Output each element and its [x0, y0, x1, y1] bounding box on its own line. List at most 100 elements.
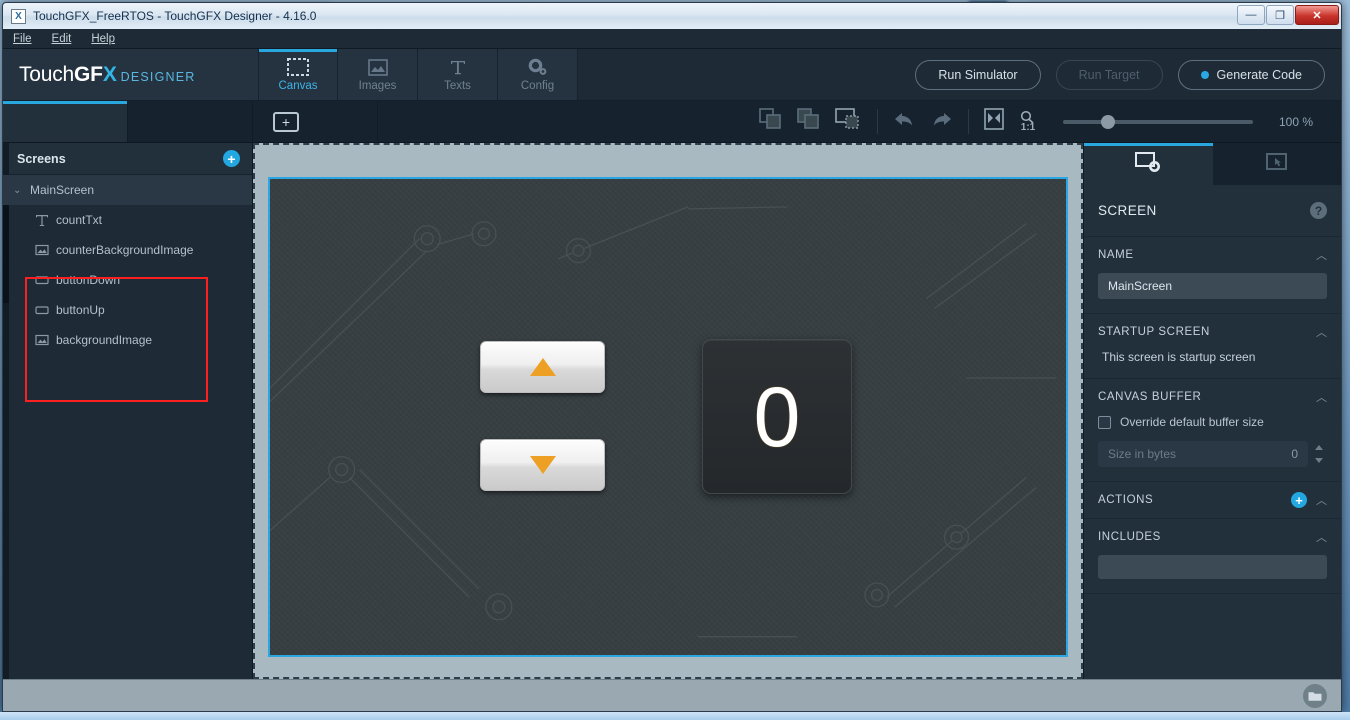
touchgfx-designer-window: X TouchGFX_FreeRTOS - TouchGFX Designer …	[2, 2, 1342, 712]
tree-item-mainscreen[interactable]: ⌄ MainScreen	[3, 175, 252, 205]
folder-icon[interactable]	[1303, 683, 1327, 708]
minimize-button[interactable]: —	[1237, 5, 1265, 25]
tab-images-label: Images	[358, 80, 397, 92]
tree-item-label: countTxt	[56, 213, 103, 227]
config-icon	[528, 57, 548, 77]
chevron-up-icon[interactable]: ︿	[1316, 324, 1327, 340]
screen-name-input[interactable]: MainScreen	[1098, 273, 1327, 299]
app-icon: X	[11, 8, 26, 24]
window-controls: — ❐ ✕	[1237, 5, 1339, 25]
section-name: NAME ︿ MainScreen	[1084, 237, 1341, 314]
help-icon[interactable]: ?	[1310, 202, 1327, 219]
redo-icon[interactable]	[930, 109, 954, 134]
section-actions-header: ACTIONS	[1098, 494, 1154, 506]
section-startup-screen: STARTUP SCREEN ︿ This screen is startup …	[1084, 314, 1341, 379]
bring-to-front-icon[interactable]	[759, 108, 783, 135]
menu-item-edit[interactable]: Edit	[52, 33, 72, 45]
add-action-button[interactable]: +	[1291, 492, 1307, 508]
buffer-size-input[interactable]: Size in bytes 0	[1098, 441, 1308, 467]
tab-screen-properties[interactable]	[1084, 143, 1213, 185]
override-buffer-checkbox[interactable]	[1098, 415, 1111, 429]
chevron-up-icon[interactable]: ︿	[1316, 389, 1327, 405]
touchgfx-logo: TouchGFX DESIGNER	[3, 49, 258, 100]
chevron-up-icon[interactable]: ︿	[1316, 247, 1327, 263]
counter-background-image-widget[interactable]: 0	[702, 339, 852, 494]
includes-input[interactable]	[1098, 555, 1327, 579]
button-widget-icon	[35, 303, 49, 317]
zoom-slider[interactable]	[1063, 114, 1253, 129]
screens-title: Screens	[17, 151, 66, 166]
section-actions: ACTIONS + ︿	[1084, 482, 1341, 519]
stepper-arrows[interactable]	[1311, 441, 1327, 467]
main-body: Screens + ⌄ MainScreen countTxt counterB…	[3, 143, 1341, 679]
button-up-widget[interactable]	[480, 341, 605, 393]
header-actions: Run Simulator Run Target Generate Code	[915, 49, 1341, 100]
select-region-icon[interactable]	[835, 108, 863, 135]
status-bar	[3, 679, 1341, 711]
screen-properties-icon	[1135, 151, 1161, 178]
undo-icon[interactable]	[892, 109, 916, 134]
left-panel-tab-widgets[interactable]	[3, 101, 128, 142]
properties-tabs	[1084, 143, 1341, 185]
tree-item-buttonup[interactable]: buttonUp	[3, 295, 252, 325]
menu-item-help[interactable]: Help	[91, 33, 115, 45]
add-widget-wrap: +	[253, 101, 378, 142]
caret-down-icon[interactable]: ⌄	[13, 185, 23, 196]
tab-images[interactable]: Images	[338, 49, 418, 100]
logo-x: X	[102, 62, 117, 86]
zoom-one-to-one-icon[interactable]: 1:1	[1019, 110, 1037, 133]
zoom-slider-knob[interactable]	[1101, 114, 1115, 129]
interactions-icon	[1264, 151, 1290, 178]
left-panel-tab-settings[interactable]	[128, 101, 253, 142]
tab-texts[interactable]: Texts	[418, 49, 498, 100]
chevron-up-icon[interactable]: ︿	[1316, 492, 1327, 508]
tree-item-label: backgroundImage	[56, 333, 153, 347]
tab-canvas[interactable]: Canvas	[258, 49, 338, 100]
run-simulator-label: Run Simulator	[938, 67, 1018, 82]
tab-interactions[interactable]	[1213, 143, 1342, 185]
chevron-up-icon[interactable]: ︿	[1316, 529, 1327, 545]
tree-item-label: MainScreen	[30, 183, 95, 197]
buffer-size-value: 0	[1291, 447, 1298, 461]
triangle-up-icon	[529, 358, 556, 376]
menu-item-file[interactable]: File	[13, 33, 32, 45]
restore-button[interactable]: ❐	[1266, 5, 1294, 25]
circuit-trace-decoration	[270, 206, 1057, 638]
fit-to-screen-icon[interactable]	[983, 108, 1005, 135]
stepper-up-icon[interactable]	[1315, 445, 1323, 450]
tab-config[interactable]: Config	[498, 49, 578, 100]
tree-item-counterbackgroundimage[interactable]: counterBackgroundImage	[3, 235, 252, 265]
tree-item-backgroundimage[interactable]: backgroundImage	[3, 325, 252, 355]
run-simulator-button[interactable]: Run Simulator	[915, 59, 1041, 90]
tab-canvas-label: Canvas	[278, 80, 318, 92]
zoom-ratio-label: 1:1	[1020, 122, 1036, 133]
override-buffer-row[interactable]: Override default buffer size	[1098, 415, 1327, 429]
history-tools	[878, 101, 968, 142]
tree-item-buttondown[interactable]: buttonDown	[3, 265, 252, 295]
send-to-back-icon[interactable]	[797, 108, 821, 135]
window-title: TouchGFX_FreeRTOS - TouchGFX Designer - …	[33, 9, 317, 23]
tab-texts-label: Texts	[444, 80, 471, 92]
buffer-size-stepper[interactable]: Size in bytes 0	[1098, 441, 1327, 467]
tree-item-counttxt[interactable]: countTxt	[3, 205, 252, 235]
tree-item-label: counterBackgroundImage	[56, 243, 194, 257]
add-widget-button[interactable]: +	[273, 111, 299, 132]
widget-tree: ⌄ MainScreen countTxt counterBackgroundI…	[3, 175, 252, 402]
canvas-viewport[interactable]: 0	[253, 143, 1083, 679]
layer-tools	[745, 101, 877, 142]
canvas-icon	[287, 57, 309, 77]
stepper-down-icon[interactable]	[1315, 458, 1323, 463]
texts-icon	[449, 57, 467, 77]
taskbar	[0, 712, 1350, 720]
generate-code-button[interactable]: Generate Code	[1177, 59, 1325, 90]
screen-preview[interactable]: 0	[268, 177, 1068, 657]
logo-touch: Touch	[19, 62, 75, 86]
close-button[interactable]: ✕	[1295, 5, 1339, 25]
text-widget-icon	[35, 213, 49, 227]
run-target-button[interactable]: Run Target	[1055, 59, 1163, 90]
override-buffer-label: Override default buffer size	[1120, 415, 1264, 429]
triangle-down-icon	[529, 456, 556, 474]
button-down-widget[interactable]	[480, 439, 605, 491]
add-screen-button[interactable]: +	[223, 150, 240, 167]
button-widget-icon	[35, 273, 49, 287]
